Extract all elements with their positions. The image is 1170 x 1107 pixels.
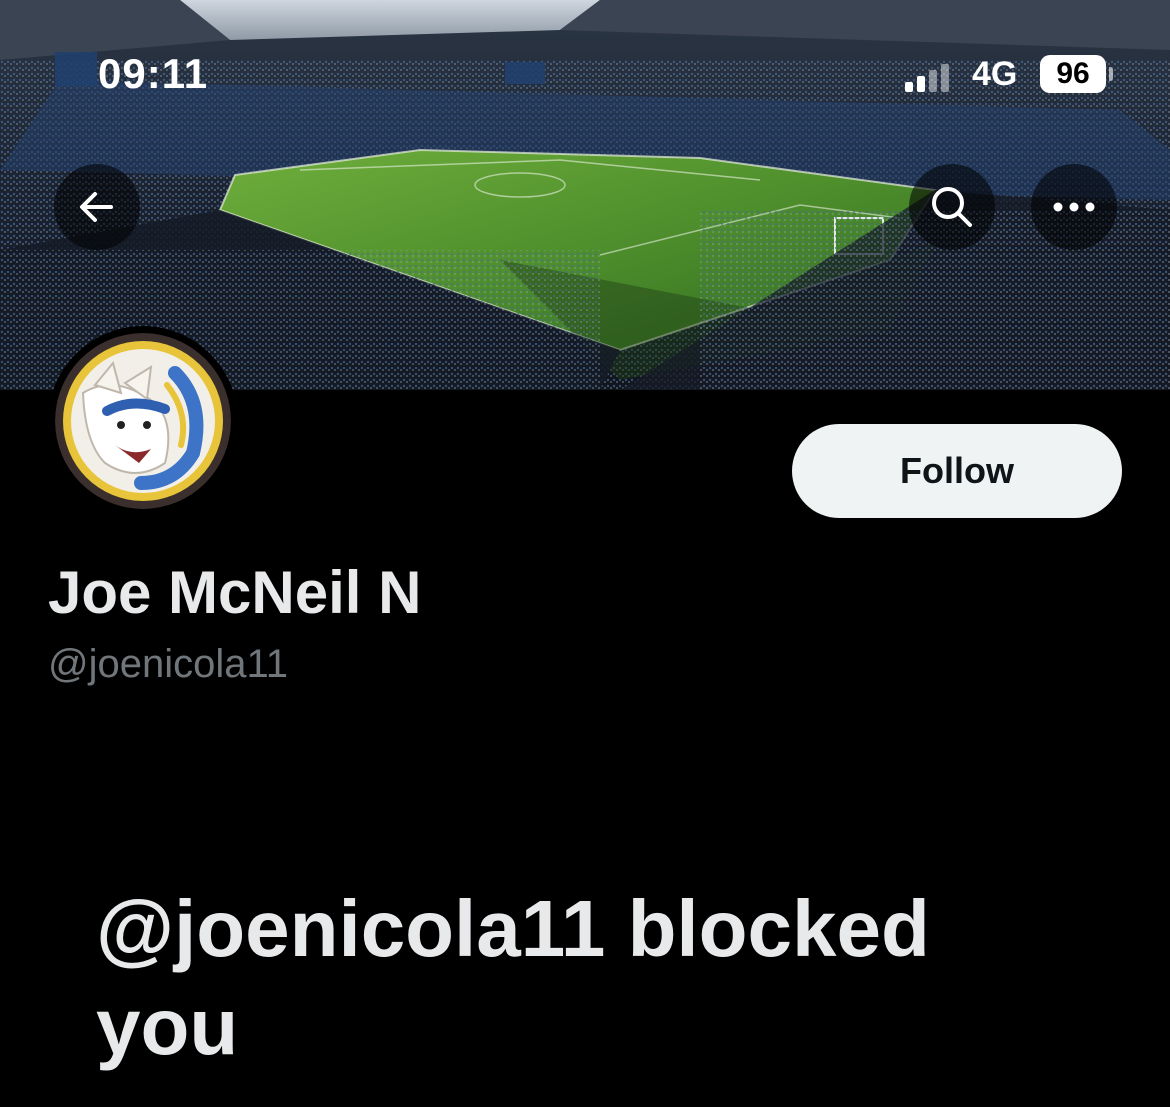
profile-handle: @joenicola11 [48,642,289,686]
follow-button[interactable]: Follow [792,424,1122,518]
avatar-image [55,333,231,509]
battery-level: 96 [1040,55,1106,93]
network-type: 4G [972,55,1018,93]
search-icon [932,187,972,227]
blocked-message: @joenicola11 blocked you [96,884,930,1071]
search-button[interactable] [909,164,995,250]
avatar[interactable] [48,326,238,516]
arrow-left-icon [80,192,113,222]
profile-display-name: Joe McNeil N [48,559,422,626]
battery-icon [1109,67,1113,81]
cellular-signal-icon [905,62,959,92]
status-time: 09:11 [98,50,209,97]
back-button[interactable] [54,164,140,250]
more-button[interactable] [1031,164,1117,250]
more-horizontal-icon [1053,202,1095,212]
